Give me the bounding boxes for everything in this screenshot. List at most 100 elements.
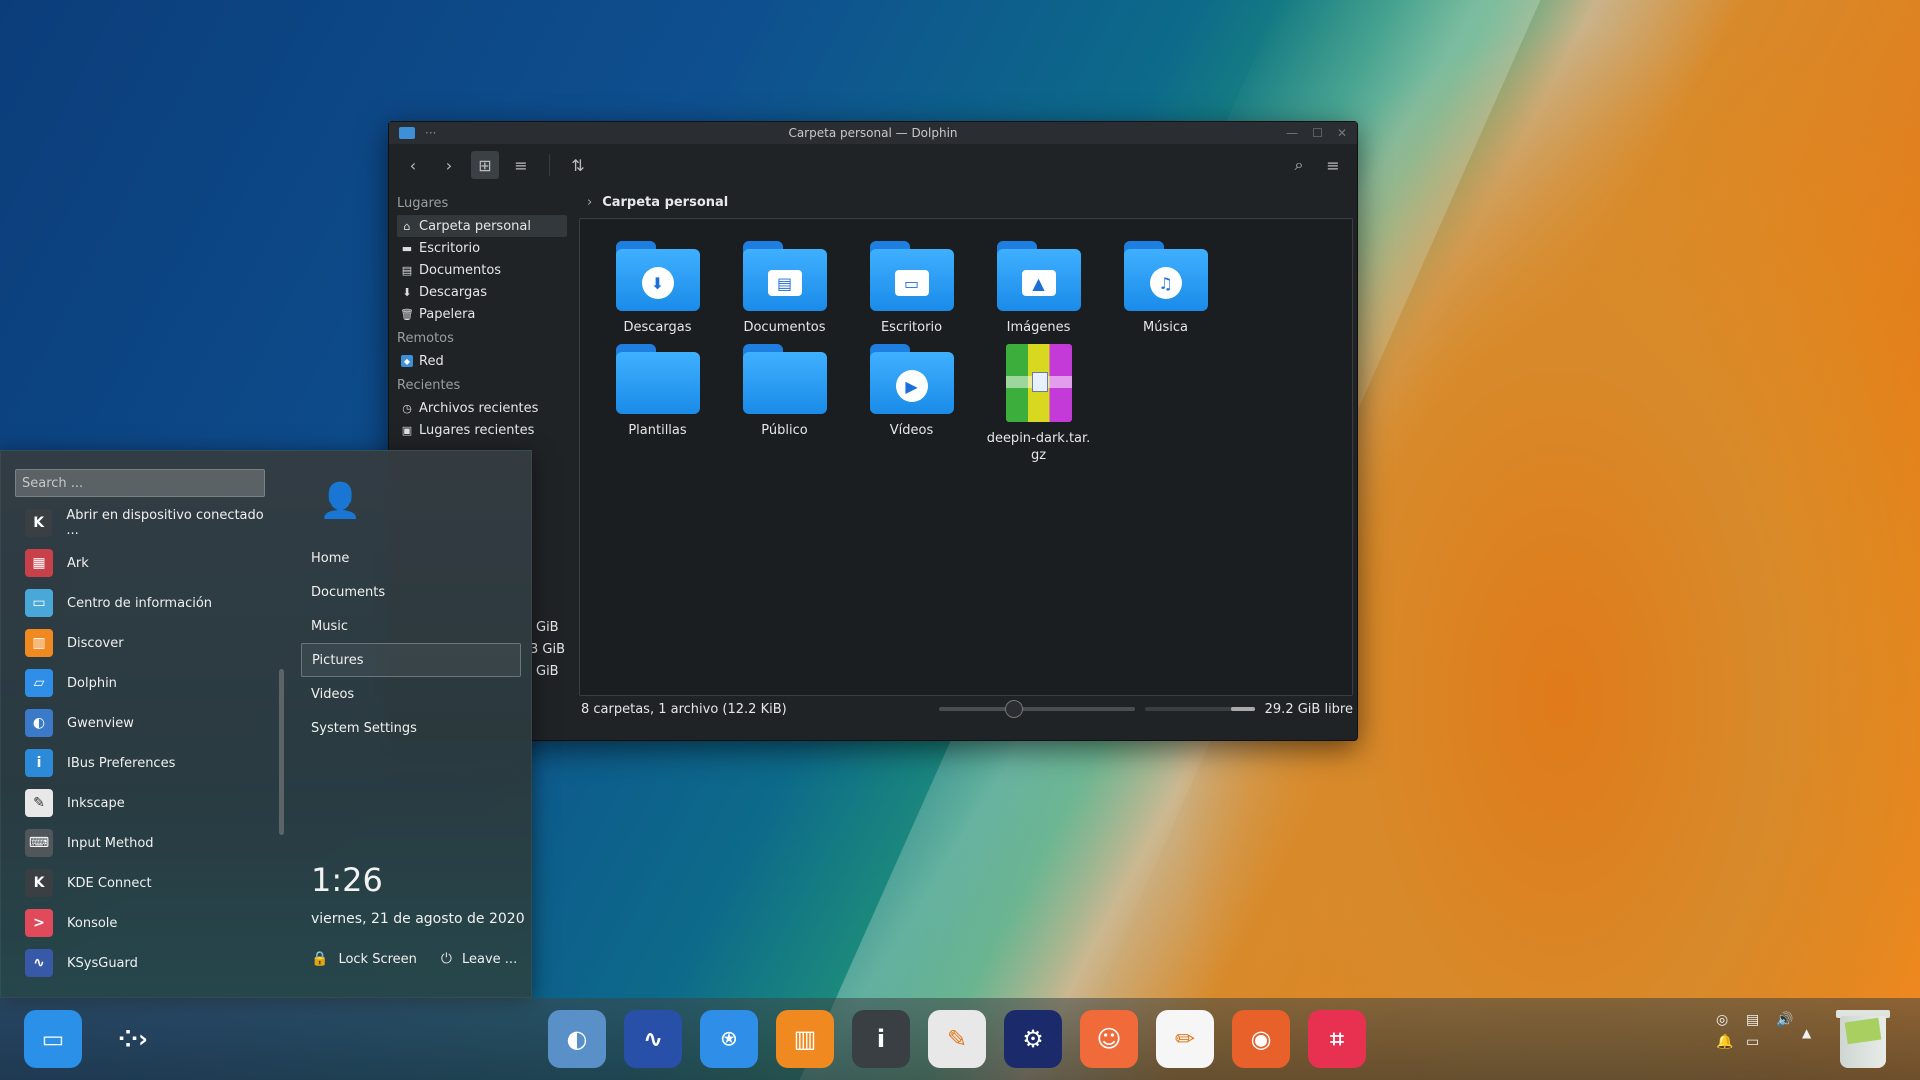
editor-dock-icon[interactable]: ✏ (1156, 1010, 1214, 1068)
avatar[interactable]: 👤 (319, 481, 361, 521)
tray-icon[interactable]: ◎ (1716, 1012, 1744, 1028)
app-list-item[interactable]: > Konsole (15, 903, 275, 943)
app-label: Input Method (67, 835, 154, 851)
leave-button[interactable]: Leave ... (462, 952, 517, 967)
app-list-item[interactable]: K Abrir en dispositivo conectado ... (15, 503, 275, 543)
titlebar[interactable]: ··· Carpeta personal — Dolphin — ☐ ✕ (389, 122, 1357, 144)
close-icon[interactable]: ✕ (1337, 126, 1347, 140)
zoom-slider[interactable] (938, 700, 1135, 718)
app-list-item[interactable]: i IBus Preferences (15, 743, 275, 783)
system-tray: ◎ ▤ 🔊 🔔 ▭ (1716, 1012, 1804, 1050)
folder-icon (742, 344, 827, 414)
lock-icon[interactable]: 🔒 (311, 951, 328, 967)
app-icon: ⌨ (25, 829, 53, 857)
back-icon[interactable]: ‹ (399, 151, 427, 179)
tray-icon[interactable]: ▭ (1746, 1034, 1774, 1050)
launcher-place-item[interactable]: Pictures (301, 643, 521, 677)
forward-icon[interactable]: › (435, 151, 463, 179)
hidden-drive-size: GiB (536, 620, 559, 635)
launcher-dock-icon[interactable]: ⁘› (104, 1010, 162, 1068)
zoom-slider-knob[interactable] (1004, 700, 1023, 718)
file-item[interactable]: deepin-dark.tar.gz (975, 344, 1102, 464)
crop-dock-icon[interactable]: ⌗ (1308, 1010, 1366, 1068)
folder-emblem-icon: ⬇ (641, 267, 674, 299)
tray-icon[interactable]: ▤ (1746, 1012, 1774, 1028)
details-view-icon[interactable]: ≡ (507, 151, 535, 179)
folder-item[interactable]: ▲ Imágenes (975, 241, 1102, 336)
app-list-item[interactable]: ▱ Dolphin (15, 663, 275, 703)
more-icon[interactable]: ··· (425, 126, 436, 140)
app-list-item[interactable]: ∿ KSysGuard (15, 943, 275, 983)
gwenview-dock-icon[interactable]: ◐ (548, 1010, 606, 1068)
places-item-label: Archivos recientes (419, 400, 539, 416)
launcher-place-item[interactable]: Music (301, 609, 527, 643)
hidden-drive-size: 3 GiB (530, 642, 566, 657)
folder-item[interactable]: ▭ Escritorio (848, 241, 975, 336)
info-dock-icon[interactable]: i (852, 1010, 910, 1068)
tray-icon[interactable]: 🔊 (1776, 1012, 1804, 1028)
app-list-item[interactable]: ▭ Centro de información (15, 583, 275, 623)
folder-item[interactable]: ⬇ Descargas (594, 241, 721, 336)
app-label: Konsole (67, 915, 118, 931)
search-input[interactable] (15, 469, 265, 497)
icons-view-icon[interactable]: ⊞ (471, 151, 499, 179)
app-list-item[interactable]: ✎ Inkscape (15, 783, 275, 823)
chevron-right-icon[interactable]: › (587, 195, 592, 210)
places-item[interactable]: ⌂ Carpeta personal (397, 215, 567, 237)
places-item[interactable]: ⬇ Descargas (397, 281, 567, 303)
file-label: Público (761, 423, 808, 438)
places-item[interactable]: ▣ Lugares recientes (397, 419, 567, 441)
places-item[interactable]: 🗑 Papelera (397, 303, 567, 325)
launcher-place-item[interactable]: Documents (301, 575, 527, 609)
app-list-item[interactable]: ▥ Discover (15, 623, 275, 663)
app-list-item[interactable]: ⌨ Input Method (15, 823, 275, 863)
search-icon[interactable]: ⌕ (1285, 151, 1313, 179)
app-label: Ark (67, 555, 89, 571)
lock-screen-button[interactable]: Lock Screen (338, 952, 416, 967)
leave-icon[interactable]: ⏻ (441, 951, 452, 967)
places-item[interactable]: ▬ Escritorio (397, 237, 567, 259)
launcher-place-item[interactable]: Videos (301, 677, 527, 711)
free-space-label: 29.2 GiB libre (1264, 701, 1353, 717)
app-list-item[interactable]: ▦ Ark (15, 543, 275, 583)
places-item[interactable]: ▤ Documentos (397, 259, 567, 281)
folder-item[interactable]: ♫ Música (1102, 241, 1229, 336)
places-item[interactable]: ◆ Red (397, 350, 567, 372)
app-list-scrollbar[interactable] (279, 669, 284, 835)
tray-expand-icon[interactable]: ▲ (1802, 1026, 1811, 1040)
file-grid[interactable]: ⬇ Descargas ▤ Documentos ▭ Escritorio ▲ Imágene… (579, 218, 1353, 696)
discover-dock-icon[interactable]: ▥ (776, 1010, 834, 1068)
emoji-dock-icon[interactable]: ☺ (1080, 1010, 1138, 1068)
folder-item[interactable]: ▤ Documentos (721, 241, 848, 336)
app-list-item[interactable]: ◐ Gwenview (15, 703, 275, 743)
inkscape-dock-icon[interactable]: ✎ (928, 1010, 986, 1068)
folder-item[interactable]: Público (721, 344, 848, 464)
minimize-icon[interactable]: — (1286, 126, 1298, 140)
dolphin-dock-icon[interactable]: ⍟ (700, 1010, 758, 1068)
trash-dock-icon[interactable] (1834, 1006, 1892, 1070)
folder-item[interactable]: Plantillas (594, 344, 721, 464)
folder-item[interactable]: ▶ Vídeos (848, 344, 975, 464)
places-item[interactable]: ◷ Archivos recientes (397, 397, 567, 419)
app-list-item[interactable]: K KDE Connect (15, 863, 275, 903)
settings-dock-icon[interactable]: ⚙ (1004, 1010, 1062, 1068)
sort-icon[interactable]: ⇅ (564, 151, 592, 179)
file-label: Música (1143, 320, 1188, 335)
ksysguard-dock-icon[interactable]: ∿ (624, 1010, 682, 1068)
tray-icon[interactable]: 🔔 (1716, 1034, 1744, 1050)
places-item-label: Descargas (419, 284, 488, 300)
clock-icon: ◷ (402, 401, 412, 415)
files-dock-icon[interactable]: ▭ (24, 1010, 82, 1068)
application-launcher[interactable]: K Abrir en dispositivo conectado ... ▦ Ark ▭… (0, 450, 532, 998)
places-section-title: Lugares (397, 196, 449, 211)
app-icon: ▱ (25, 669, 53, 697)
launcher-place-item[interactable]: Home (301, 541, 527, 575)
breadcrumb[interactable]: › Carpeta personal (579, 186, 1353, 218)
places-item-label: Papelera (419, 306, 476, 322)
firefox-dock-icon[interactable]: ◉ (1232, 1010, 1290, 1068)
breadcrumb-current[interactable]: Carpeta personal (602, 195, 728, 210)
hamburger-menu-icon[interactable]: ≡ (1319, 151, 1347, 179)
launcher-place-item[interactable]: System Settings (301, 711, 527, 745)
maximize-icon[interactable]: ☐ (1312, 126, 1323, 140)
dolphin-app-icon[interactable] (399, 127, 415, 139)
